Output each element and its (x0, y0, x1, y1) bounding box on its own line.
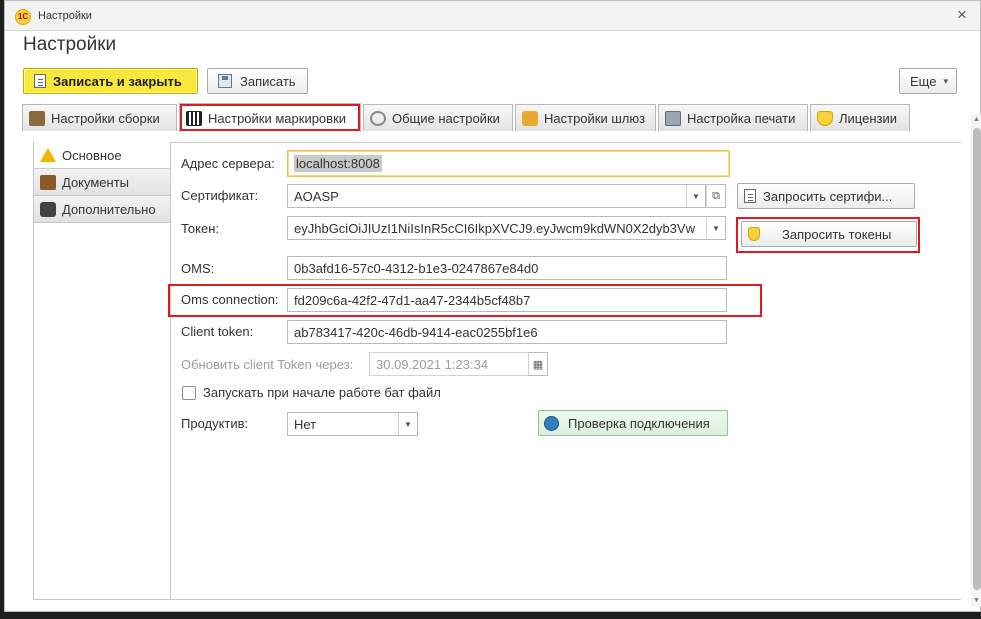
scroll-up-icon[interactable]: ▲ (973, 116, 980, 123)
certificate-label: Сертификат: (181, 188, 259, 203)
app-logo-icon: 1С (15, 9, 31, 25)
tab-licenses[interactable]: Лицензии (810, 104, 910, 131)
chevron-down-icon: ▼ (692, 191, 700, 201)
power-icon (544, 415, 559, 431)
calendar-button[interactable]: ▦ (528, 352, 548, 376)
tab-label: Настройки сборки (51, 110, 160, 126)
gear-icon (370, 110, 386, 126)
tab-label: Настройки шлюз (544, 110, 646, 126)
productive-dropdown-button[interactable]: ▼ (398, 412, 418, 436)
page-title: Настройки (23, 34, 117, 55)
side-item-label: Документы (62, 174, 130, 190)
token-input[interactable]: eyJhbGciOiJIUzI1NiIsInR5cCI6IkpXVCJ9.eyJ… (287, 216, 707, 240)
document-icon (34, 74, 46, 88)
save-icon (218, 74, 232, 88)
productive-select[interactable]: Нет (287, 412, 399, 436)
oms-label: OMS: (181, 261, 215, 276)
calendar-icon: ▦ (532, 358, 544, 371)
check-connection-label: Проверка подключения (568, 415, 710, 431)
briefcase-icon (40, 174, 56, 190)
save-and-close-button[interactable]: Записать и закрыть (23, 68, 198, 94)
tab-marking-settings[interactable]: Настройки маркировки (179, 103, 361, 132)
side-item-additional[interactable]: Дополнительно (34, 196, 170, 223)
oms-connection-input[interactable]: fd209c6a-42f2-47d1-aa47-2344b5cf48b7 (287, 288, 727, 312)
side-item-label: Основное (62, 147, 122, 163)
gateway-icon (522, 110, 538, 126)
token-label: Токен: (181, 221, 220, 236)
scrollbar-thumb[interactable] (973, 128, 981, 590)
oms-connection-label: Oms connection: (181, 292, 279, 307)
certificate-dropdown-button[interactable]: ▼ (686, 184, 706, 208)
chat-icon (40, 201, 56, 217)
warning-icon (40, 148, 56, 162)
license-icon (817, 110, 833, 126)
run-bat-checkbox[interactable] (182, 386, 196, 400)
tab-label: Настройка печати (687, 110, 796, 126)
side-item-documents[interactable]: Документы (34, 169, 170, 196)
save-and-close-label: Записать и закрыть (53, 73, 182, 89)
tab-general-settings[interactable]: Общие настройки (363, 104, 513, 131)
more-button[interactable]: Еще ▾ (899, 68, 957, 94)
oms-input[interactable]: 0b3afd16-57c0-4312-b1e3-0247867e84d0 (287, 256, 727, 280)
title-bar: 1С Настройки × (5, 1, 980, 31)
client-token-label: Client token: (181, 324, 254, 339)
settings-window: 1С Настройки × Настройки Записать и закр… (4, 0, 981, 612)
refresh-token-datetime-input[interactable]: 30.09.2021 1:23:34 (369, 352, 529, 376)
productive-label: Продуктив: (181, 416, 249, 431)
client-token-input[interactable]: ab783417-420c-46db-9414-eac0255bf1e6 (287, 320, 727, 344)
side-item-main[interactable]: Основное (34, 142, 170, 169)
token-dropdown-button[interactable]: ▼ (706, 216, 726, 240)
vertical-scrollbar[interactable]: ▲ ▼ (971, 114, 981, 606)
tab-gateway-settings[interactable]: Настройки шлюз (515, 104, 656, 131)
printer-icon (665, 110, 681, 126)
request-certificate-label: Запросить сертифи... (763, 188, 893, 204)
certificate-input[interactable]: AOASP (287, 184, 687, 208)
tab-label: Настройки маркировки (208, 110, 347, 126)
tab-print-settings[interactable]: Настройка печати (658, 104, 808, 131)
side-item-label: Дополнительно (62, 201, 156, 217)
close-icon[interactable]: × (952, 5, 972, 25)
server-label: Адрес сервера: (181, 156, 275, 171)
server-address-input[interactable]: localhost:8008 (287, 150, 730, 177)
request-certificate-button[interactable]: Запросить сертифи... (737, 183, 915, 209)
request-tokens-label: Запросить токены (782, 226, 892, 242)
tab-build-settings[interactable]: Настройки сборки (22, 104, 177, 131)
more-label: Еще (910, 73, 937, 89)
tab-label: Лицензии (839, 110, 897, 126)
save-button[interactable]: Записать (207, 68, 308, 94)
open-window-icon: ⧉ (712, 189, 720, 202)
build-settings-icon (29, 110, 45, 126)
chevron-down-icon: ▾ (943, 75, 948, 86)
certificate-icon (744, 189, 756, 203)
qr-code-icon (186, 110, 202, 126)
scroll-down-icon[interactable]: ▼ (973, 597, 980, 604)
check-connection-button[interactable]: Проверка подключения (538, 410, 728, 436)
request-tokens-button[interactable]: Запросить токены (741, 221, 917, 247)
chevron-down-icon: ▼ (712, 223, 720, 233)
save-label: Записать (240, 73, 296, 89)
window-title: Настройки (38, 10, 92, 22)
server-address-value: localhost:8008 (294, 155, 382, 172)
run-bat-label: Запускать при начале работе бат файл (203, 385, 441, 400)
refresh-token-label: Обновить client Token через: (181, 357, 354, 372)
certificate-open-button[interactable]: ⧉ (706, 184, 726, 208)
shield-icon (748, 227, 760, 241)
tab-label: Общие настройки (392, 110, 500, 126)
chevron-down-icon: ▼ (404, 419, 412, 429)
